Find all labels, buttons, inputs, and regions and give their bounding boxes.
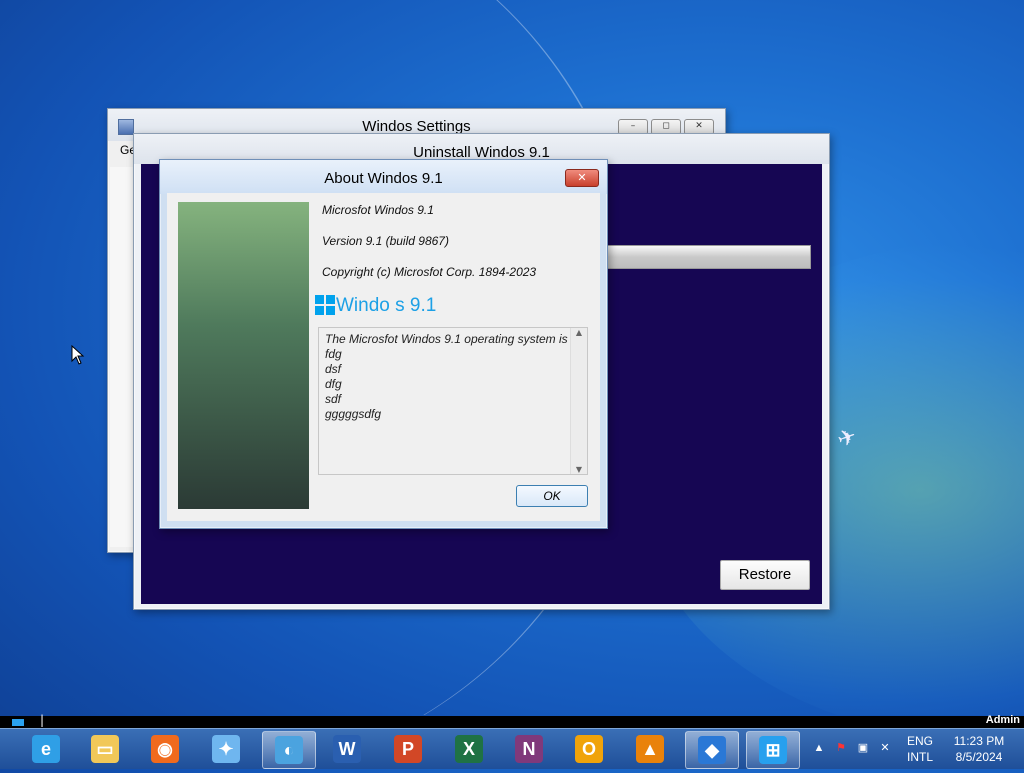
clock-time: 11:23 PM <box>953 734 1005 748</box>
taskbar-button-vlc[interactable]: ▲ <box>624 731 676 767</box>
taskbar-button-excel[interactable]: X <box>443 731 495 767</box>
about-dialog: About Windos 9.1 ✕ Microsfot Windos 9.1 … <box>159 159 608 529</box>
taskbar-button-onenote[interactable]: N <box>503 731 555 767</box>
about-close-button[interactable]: ✕ <box>565 169 599 187</box>
description-scrollbar[interactable]: ▲ ▼ <box>570 328 587 474</box>
description-line: dfg <box>325 377 342 391</box>
browser-globe-icon: ◐ <box>275 736 303 764</box>
app-wing-icon: ◆ <box>698 736 726 764</box>
settings-app-icon <box>118 119 134 135</box>
excel-icon: X <box>455 735 483 763</box>
logo-wordmark: Windo s 9.1 <box>336 295 437 316</box>
taskbar-button-app-wing[interactable]: ◆ <box>685 731 739 769</box>
product-name: Microsfot Windos 9.1 <box>322 203 434 217</box>
restore-button[interactable]: Restore <box>720 560 810 590</box>
taskbar-button-windows-app[interactable]: ⊞ <box>746 731 800 769</box>
description-textbox[interactable]: The Microsfot Windos 9.1 operating syste… <box>318 327 588 475</box>
powerpoint-icon: P <box>394 735 422 763</box>
ok-button[interactable]: OK <box>516 485 588 507</box>
outlook-icon: O <box>575 735 603 763</box>
taskbar-button-file-explorer[interactable]: ▭ <box>79 731 131 767</box>
clock[interactable]: 11:23 PM 8/5/2024 <box>944 733 1014 773</box>
language-code: ENG <box>906 734 933 748</box>
show-hidden-icons-icon[interactable]: ▲ <box>812 741 826 755</box>
clock-date: 8/5/2024 <box>955 750 1003 764</box>
windows-logo-icon <box>315 295 335 315</box>
word-icon: W <box>333 735 361 763</box>
about-title: About Windos 9.1 <box>324 170 443 187</box>
description-lines: The Microsfot Windos 9.1 operating syste… <box>319 328 587 422</box>
taskbar-button-network-people[interactable]: ✦ <box>200 731 252 767</box>
system-tray: ▲ ⚑ ▣ ✕ <box>808 729 898 769</box>
keyboard-layout: INTL <box>906 750 933 764</box>
network-people-icon: ✦ <box>212 735 240 763</box>
copyright-text: Copyright (c) Microsfot Corp. 1894-2023 <box>322 265 537 279</box>
scroll-up-icon[interactable]: ▲ <box>571 328 587 337</box>
internet-explorer-icon: e <box>32 735 60 763</box>
file-explorer-icon: ▭ <box>91 735 119 763</box>
description-line: The Microsfot Windos 9.1 operating syste… <box>325 332 568 346</box>
language-indicator[interactable]: ENG INTL <box>900 733 940 773</box>
description-line: fdg <box>325 347 342 361</box>
firefox-icon: ◉ <box>151 735 179 763</box>
version-text: Version 9.1 (build 9867) <box>322 234 449 248</box>
description-line: dsf <box>325 362 342 376</box>
action-center-icon[interactable]: ⚑ <box>834 741 848 755</box>
taskbar-button-powerpoint[interactable]: P <box>382 731 434 767</box>
taskbar-button-word[interactable]: W <box>321 731 373 767</box>
vlc-icon: ▲ <box>636 735 664 763</box>
user-name: Admin <box>985 714 1020 726</box>
volume-muted-icon[interactable]: ✕ <box>878 741 892 755</box>
about-banner-image <box>178 202 309 509</box>
uninstall-progress-bar <box>606 245 811 269</box>
windows-app-icon: ⊞ <box>759 736 787 764</box>
about-titlebar[interactable]: About Windos 9.1 <box>160 160 607 194</box>
description-line: gggggsdfg <box>325 407 382 421</box>
scroll-down-icon[interactable]: ▼ <box>571 465 587 474</box>
start-mini-icon[interactable] <box>12 719 24 726</box>
network-icon[interactable]: ▣ <box>856 741 870 755</box>
taskbar-button-internet-explorer[interactable]: e <box>20 731 72 767</box>
taskbar-button-firefox[interactable]: ◉ <box>139 731 191 767</box>
taskbar-button-browser-globe[interactable]: ◐ <box>262 731 316 769</box>
about-body: Microsfot Windos 9.1 Version 9.1 (build … <box>167 193 600 521</box>
taskbar-button-outlook[interactable]: O <box>563 731 615 767</box>
onenote-icon: N <box>515 735 543 763</box>
description-line: sdf <box>325 392 342 406</box>
top-strip: | Admin <box>0 713 1024 728</box>
text-cursor: | <box>40 713 45 727</box>
taskbar: e ▭ ◉ ✦ ◐ W P X N O ▲ ◆ ⊞ ▲ ⚑ ▣ ✕ ENG INTL 11:23 PM … <box>0 728 1024 769</box>
